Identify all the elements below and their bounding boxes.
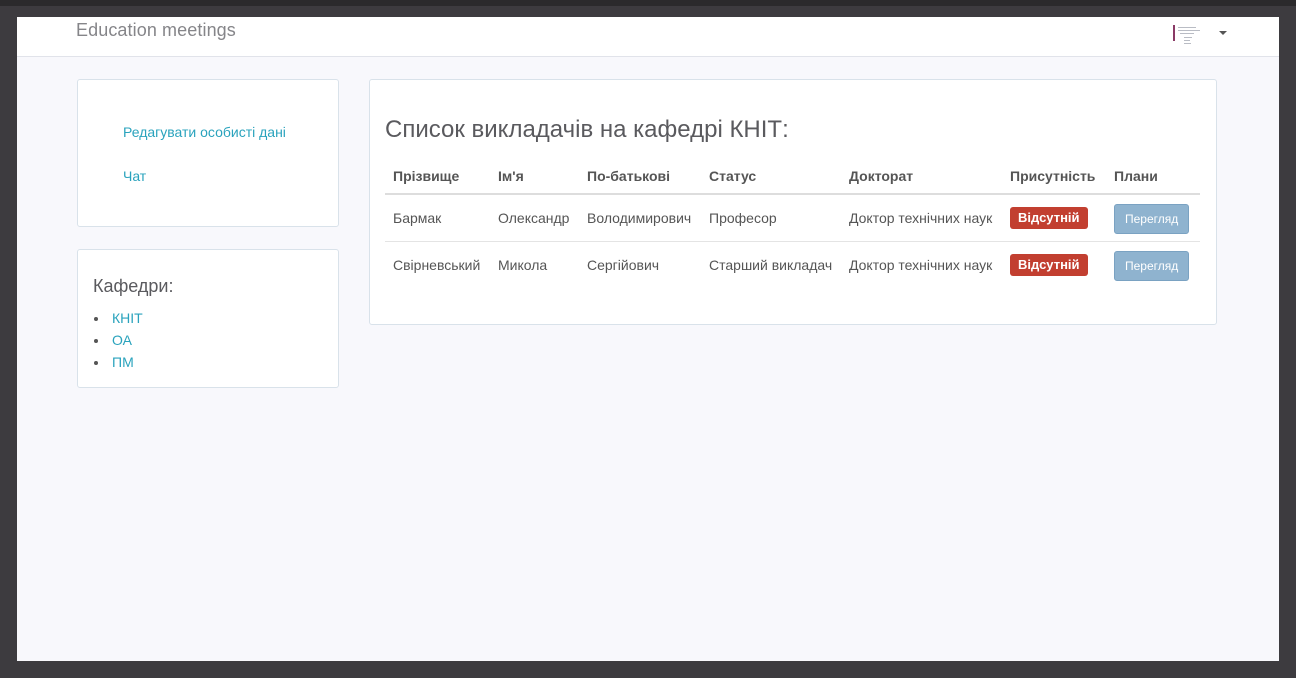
department-link-knit[interactable]: КНІТ (112, 310, 143, 326)
view-plans-button[interactable]: Перегляд (1114, 204, 1190, 234)
cell-patronymic: Сергійович (587, 257, 660, 273)
cell-plans: Перегляд (1106, 194, 1200, 242)
bullet-icon (94, 361, 98, 365)
cell-presence: Відсутній (1002, 242, 1106, 289)
column-header-doctorate: Докторат (841, 159, 1002, 195)
column-header-presence: Присутність (1002, 159, 1106, 195)
cell-status: Старший викладач (709, 257, 833, 273)
absent-status-badge: Відсутній (1010, 207, 1088, 229)
teachers-table: Прізвище Ім'я По-батькові Статус Доктора… (385, 159, 1200, 288)
bullet-icon (94, 317, 98, 321)
user-menu-dropdown[interactable] (1172, 19, 1232, 53)
column-header-name: Ім'я (490, 159, 579, 195)
cell-status: Професор (701, 194, 841, 242)
user-actions-panel: Редагувати особисті дані Чат (77, 79, 339, 227)
absent-status-badge: Відсутній (1010, 254, 1088, 276)
column-header-patronymic: По-батькові (579, 159, 701, 195)
department-link-pm[interactable]: ПМ (112, 354, 134, 370)
departments-list: КНІТ ОА ПМ (93, 307, 143, 373)
avatar[interactable] (1172, 19, 1204, 51)
chevron-down-icon[interactable] (1219, 31, 1227, 35)
column-header-plans: Плани (1106, 159, 1200, 195)
cell-plans: Перегляд (1106, 242, 1200, 289)
cell-name: Микола (498, 257, 548, 273)
cell-surname: Бармак (385, 194, 490, 242)
cell-doctorate: Доктор технічних наук (849, 257, 993, 273)
column-header-surname: Прізвище (385, 159, 490, 195)
cell-doctorate: Доктор технічних наук (841, 194, 1002, 242)
table-header-row: Прізвище Ім'я По-батькові Статус Доктора… (385, 159, 1200, 195)
department-link-oa[interactable]: ОА (112, 332, 132, 348)
cell-patronymic: Володимирович (579, 194, 701, 242)
edit-personal-data-link[interactable]: Редагувати особисті дані (123, 124, 286, 140)
teachers-panel: Список викладачів на кафедрі КНІТ: Прізв… (369, 79, 1217, 325)
brand-title[interactable]: Education meetings (76, 20, 236, 41)
top-strip (0, 0, 1296, 6)
app-window: Education meetings Редагувати особисті д… (17, 17, 1279, 661)
table-row: Бармак Олександр Володимирович Професор … (385, 194, 1200, 242)
cell-surname: Свірневський (393, 257, 481, 273)
list-item: ПМ (93, 351, 143, 373)
departments-panel: Кафедри: КНІТ ОА ПМ (77, 249, 339, 388)
column-header-status: Статус (701, 159, 841, 195)
navbar: Education meetings (17, 17, 1279, 57)
cell-name: Олександр (490, 194, 579, 242)
list-item: ОА (93, 329, 143, 351)
departments-title: Кафедри: (93, 276, 174, 296)
table-row: Свірневський Микола Сергійович Старший в… (385, 242, 1200, 289)
bullet-icon (94, 339, 98, 343)
page-title: Список викладачів на кафедрі КНІТ: (385, 116, 789, 143)
cell-presence: Відсутній (1002, 194, 1106, 242)
list-item: КНІТ (93, 307, 143, 329)
chat-link[interactable]: Чат (123, 168, 146, 184)
view-plans-button[interactable]: Перегляд (1114, 251, 1190, 281)
